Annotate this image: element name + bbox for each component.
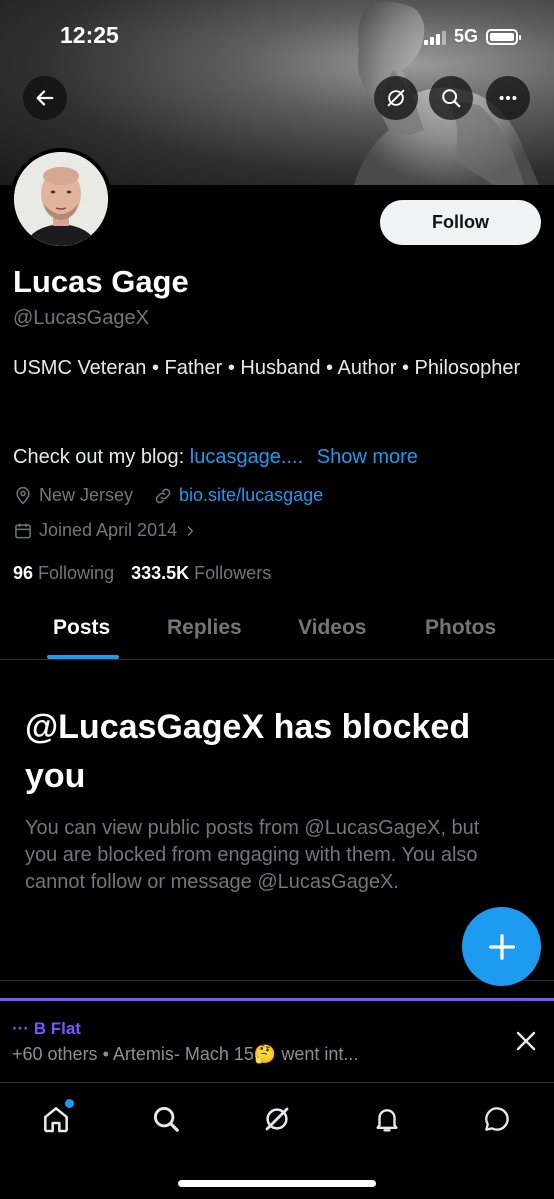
nav-home[interactable] <box>38 1099 74 1137</box>
back-button[interactable] <box>23 76 67 120</box>
follow-button[interactable]: Follow <box>380 200 541 245</box>
show-more-link[interactable]: Show more <box>317 446 418 468</box>
profile-tabs: Posts Replies Videos Photos <box>0 600 554 660</box>
status-indicators: 5G <box>423 26 521 47</box>
website-link[interactable]: bio.site/lucasgage <box>179 485 323 506</box>
grok-icon <box>265 1107 289 1131</box>
chevron-right-icon <box>187 525 194 536</box>
nav-search[interactable] <box>148 1101 184 1137</box>
active-tab-indicator <box>47 655 119 659</box>
tab-videos[interactable]: Videos <box>298 616 366 640</box>
blog-prefix: Check out my blog: <box>13 446 190 468</box>
follow-counts: 96 Following 333.5K Followers <box>13 563 271 584</box>
signal-icon <box>423 29 446 45</box>
calendar-icon <box>15 523 31 538</box>
joined-text: Joined April 2014 <box>39 520 178 540</box>
battery-icon <box>486 28 521 45</box>
website-item[interactable]: bio.site/lucasgage <box>153 485 323 506</box>
blog-link[interactable]: lucasgage.... <box>190 446 303 468</box>
grok-button[interactable] <box>374 76 418 120</box>
followers-count: 333.5K <box>131 563 190 583</box>
joined-row[interactable]: Joined April 2014 <box>13 520 197 541</box>
nav-grok[interactable] <box>259 1101 295 1137</box>
search-icon <box>442 89 461 108</box>
followers-link[interactable]: 333.5K Followers <box>131 563 271 583</box>
tab-photos[interactable]: Photos <box>425 616 496 640</box>
nav-notifications[interactable] <box>369 1101 405 1137</box>
close-icon <box>516 1031 536 1051</box>
plus-icon <box>488 933 515 960</box>
spaces-subtitle: +60 others • Artemis- Mach 15🤔 went int.… <box>12 1044 359 1064</box>
notifications-icon <box>376 1109 398 1132</box>
content-divider <box>0 980 554 981</box>
spaces-title: ··· B Flat <box>12 1019 81 1038</box>
blocked-title: @LucasGageX has blocked you <box>25 708 471 795</box>
home-notification-dot <box>65 1099 74 1108</box>
profile-meta-row: New Jersey bio.site/lucasgage <box>13 485 323 506</box>
following-count: 96 <box>13 563 34 583</box>
location-text: New Jersey <box>39 485 134 505</box>
compose-button[interactable] <box>462 907 541 986</box>
blocked-description: You can view public posts from @LucasGag… <box>25 817 480 893</box>
following-link[interactable]: 96 Following <box>13 563 114 583</box>
nav-messages[interactable] <box>479 1101 515 1137</box>
followers-label: Followers <box>194 563 272 583</box>
location-item: New Jersey <box>13 485 133 506</box>
tab-replies[interactable]: Replies <box>167 616 242 640</box>
search-button[interactable] <box>429 76 473 120</box>
search-icon <box>153 1106 179 1132</box>
link-icon <box>155 488 171 503</box>
profile-avatar[interactable] <box>10 148 112 250</box>
following-label: Following <box>38 563 115 583</box>
profile-handle: @LucasGageX <box>13 307 149 329</box>
tab-posts[interactable]: Posts <box>53 616 110 640</box>
bio-blog-line: Check out my blog: lucasgage.... Show mo… <box>13 446 418 469</box>
spaces-bar[interactable]: ··· B Flat +60 others • Artemis- Mach 15… <box>0 998 554 1080</box>
more-button[interactable] <box>486 76 530 120</box>
grok-icon <box>387 89 405 107</box>
status-time: 12:25 <box>60 22 119 48</box>
spaces-close-button[interactable] <box>514 1029 538 1058</box>
more-icon <box>499 95 517 101</box>
network-label: 5G <box>453 26 478 46</box>
profile-name: Lucas Gage <box>13 264 189 299</box>
messages-icon <box>485 1107 509 1131</box>
profile-bio: USMC Veteran • Father • Husband • Author… <box>13 357 521 379</box>
back-arrow-icon <box>36 90 54 106</box>
location-pin-icon <box>16 486 30 505</box>
avatar-photo <box>14 152 108 246</box>
home-indicator <box>178 1180 376 1187</box>
